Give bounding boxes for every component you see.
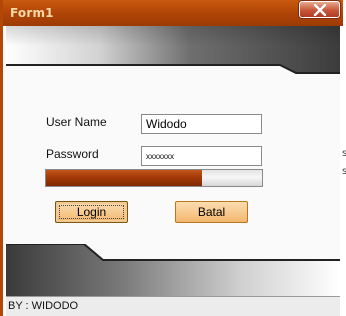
password-field[interactable]: xxxxxxx <box>141 146 262 166</box>
title-bar[interactable]: Form1 <box>3 0 343 26</box>
progress-fill <box>46 170 202 186</box>
login-button[interactable]: Login <box>55 201 128 223</box>
form1-window: Form1 User Name Widodo Password xxxxxxx … <box>0 0 343 316</box>
status-text: BY : WIDODO <box>8 300 79 312</box>
password-label: Password <box>46 147 99 161</box>
close-button[interactable] <box>299 1 340 18</box>
username-label: User Name <box>46 115 107 129</box>
cancel-button[interactable]: Batal <box>175 201 248 223</box>
username-field[interactable]: Widodo <box>141 114 262 134</box>
background-window-fragment: s <box>342 148 346 159</box>
status-bar: BY : WIDODO <box>6 296 340 316</box>
close-x-icon <box>313 4 327 16</box>
header-banner-graphic <box>6 26 340 74</box>
window-title: Form1 <box>10 6 54 20</box>
login-progress-bar <box>45 169 263 187</box>
background-window-fragment: s <box>342 166 346 177</box>
password-mask: xxxxxxx <box>146 152 174 161</box>
form-body: User Name Widodo Password xxxxxxx Login … <box>6 26 340 316</box>
footer-banner-graphic <box>6 244 340 296</box>
